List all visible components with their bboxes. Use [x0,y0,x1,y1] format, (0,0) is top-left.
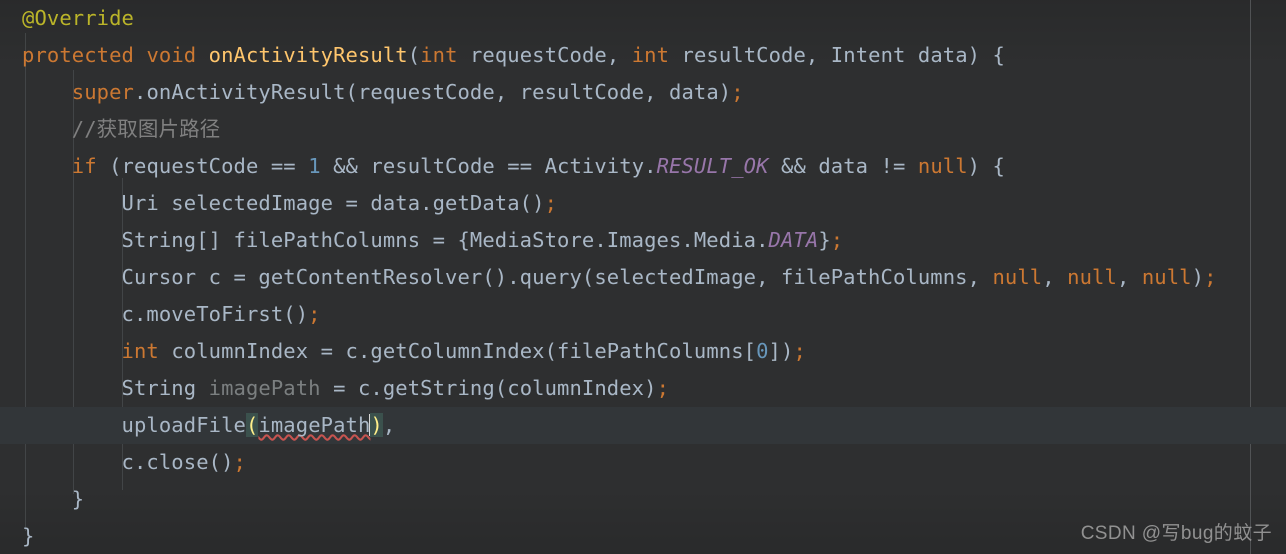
code-line-method-signature[interactable]: protected void onActivityResult(int requ… [0,37,1286,74]
code-line-if-condition[interactable]: if (requestCode == 1 && resultCode == Ac… [0,148,1286,185]
keyword-null-3: null [1141,265,1192,289]
matching-bracket-close: ) [370,413,383,437]
brace-close-method: } [22,524,35,548]
comment-get-image-path: //获取图片路径 [71,117,221,141]
code-line-upload-file[interactable]: uploadFile(imagePath), [0,407,1286,444]
code-line-super-call[interactable]: super.onActivityResult(requestCode, resu… [0,74,1286,111]
code-line-column-index[interactable]: int columnIndex = c.getColumnIndex(fileP… [0,333,1286,370]
code-line-image-path[interactable]: String imagePath = c.getString(columnInd… [0,370,1286,407]
matching-bracket-open: ( [245,413,259,437]
code-line-cursor-query[interactable]: Cursor c = getContentResolver().query(se… [0,259,1286,296]
keyword-super: super [71,80,134,104]
code-line-move-to-first[interactable]: c.moveToFirst(); [0,296,1286,333]
variable-image-path-declaration: imagePath [208,376,321,400]
brace-close-if: } [22,487,85,511]
keyword-int-1: int [420,43,458,67]
code-line-close-if-brace[interactable]: } [0,481,1286,518]
keyword-int-3: int [121,339,159,363]
code-editor-screenshot: @Override protected void onActivityResul… [0,0,1286,554]
keyword-int-2: int [631,43,670,67]
code-line-file-path-columns[interactable]: String[] filePathColumns = {MediaStore.I… [0,222,1286,259]
keyword-null-1: null [992,265,1043,289]
code-area[interactable]: @Override protected void onActivityResul… [0,0,1286,554]
csdn-watermark: CSDN @写bug的蚊子 [1080,523,1272,544]
code-line-cursor-close[interactable]: c.close(); [0,444,1286,481]
keyword-void: void [146,43,197,67]
keyword-protected: protected [22,43,134,67]
constant-data: DATA [768,228,819,252]
number-literal-0: 0 [756,339,769,363]
annotation-override: @Override [22,6,134,30]
keyword-if: if [71,154,97,178]
number-literal-1: 1 [308,154,321,178]
constant-result-ok: RESULT_OK [656,154,769,178]
code-line-comment-chinese[interactable]: //获取图片路径 [0,111,1286,148]
variable-image-path-usage: imagePath [258,413,371,437]
code-line-uri-selected-image[interactable]: Uri selectedImage = data.getData(); [0,185,1286,222]
code-line-annotation-override[interactable]: @Override [0,0,1286,37]
method-name-onactivityresult: onActivityResult [208,43,408,67]
keyword-null-2: null [1067,265,1117,289]
keyword-null-0: null [917,154,968,178]
